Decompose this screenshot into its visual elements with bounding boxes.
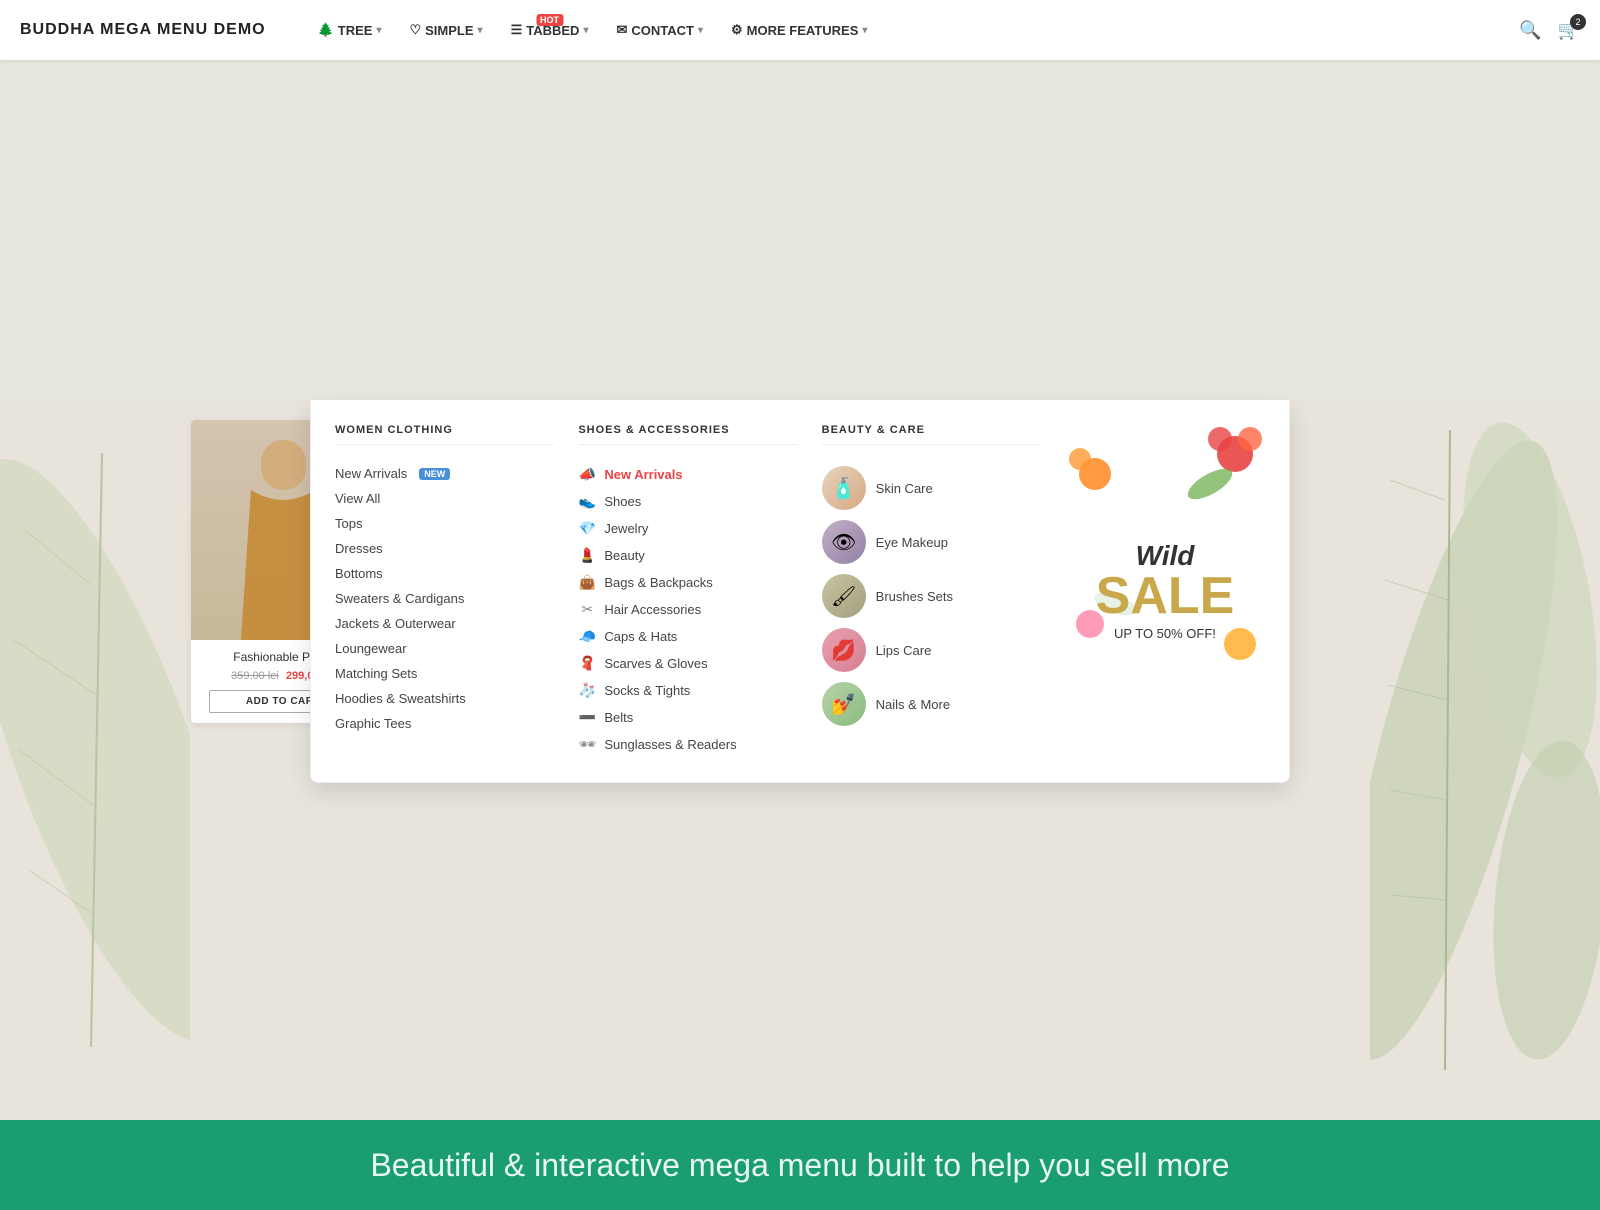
nav-item-contact[interactable]: ✉ CONTACT ▾	[604, 16, 715, 44]
menu-item-new-arrivals-women[interactable]: New Arrivals NEW	[335, 461, 554, 486]
menu-item-new-arrivals-shoes[interactable]: 📣 New Arrivals	[578, 461, 797, 488]
gear-icon: ⚙	[731, 22, 743, 38]
nav-item-tree[interactable]: 🌲 TREE ▾	[306, 16, 394, 44]
lips-thumb: 💋	[822, 628, 866, 672]
menu-item-view-all[interactable]: View All	[335, 486, 554, 511]
menu-item-socks[interactable]: 🧦 Socks & Tights	[578, 677, 797, 704]
chevron-down-icon: ▾	[478, 25, 483, 36]
nav-item-tabbed[interactable]: HOT ☰ TABBED ▾	[499, 16, 601, 44]
list-icon: ☰	[511, 22, 523, 38]
menu-item-bottoms[interactable]: Bottoms	[335, 561, 554, 586]
sale-main-text: SALE	[1096, 570, 1235, 622]
menu-item-jackets[interactable]: Jackets & Outerwear	[335, 611, 554, 636]
nav-item-simple[interactable]: ♡ SIMPLE ▾	[397, 16, 494, 44]
menu-item-sweaters[interactable]: Sweaters & Cardigans	[335, 586, 554, 611]
logo[interactable]: BUDDHA MEGA MENU DEMO	[20, 21, 266, 39]
sale-wild-text: Wild	[1096, 542, 1235, 570]
eye-makeup-thumb: 👁	[822, 520, 866, 564]
menu-item-caps[interactable]: 🧢 Caps & Hats	[578, 623, 797, 650]
hat-icon: 🧢	[578, 628, 596, 645]
main-nav: 🌲 TREE ▾ ♡ SIMPLE ▾ HOT ☰ TABBED ▾ ✉ CON…	[306, 16, 1520, 44]
scarf-icon: 🧣	[578, 655, 596, 672]
menu-item-graphic-tees[interactable]: Graphic Tees	[335, 711, 554, 736]
sale-banner[interactable]: Wild SALE UP TO 50% OFF!	[1065, 424, 1265, 758]
menu-col-women: WOMEN CLOTHING New Arrivals NEW View All…	[335, 424, 554, 758]
main-content: WOMEN CLOTHING New Arrivals NEW View All…	[0, 400, 1600, 1120]
sale-content: Wild SALE UP TO 50% OFF!	[1076, 522, 1255, 661]
beauty-care-header: BEAUTY & CARE	[822, 424, 1041, 445]
old-price-1: 359,00 lei	[231, 670, 279, 682]
menu-item-jewelry[interactable]: 💎 Jewelry	[578, 515, 797, 542]
menu-item-brushes[interactable]: 🖌 Brushes Sets	[822, 569, 1041, 623]
mega-menu: WOMEN CLOTHING New Arrivals NEW View All…	[310, 400, 1290, 783]
sale-subtitle: UP TO 50% OFF!	[1096, 626, 1235, 641]
menu-item-tops[interactable]: Tops	[335, 511, 554, 536]
cart-button[interactable]: 🛒 2	[1558, 20, 1580, 41]
header: BUDDHA MEGA MENU DEMO 🌲 TREE ▾ ♡ SIMPLE …	[0, 0, 1600, 60]
menu-item-dresses[interactable]: Dresses	[335, 536, 554, 561]
hot-badge: HOT	[536, 14, 563, 26]
search-button[interactable]: 🔍	[1519, 20, 1541, 41]
scissors-icon: ✂	[578, 601, 596, 618]
menu-col-shoes: SHOES & ACCESSORIES 📣 New Arrivals 👟 Sho…	[578, 424, 797, 758]
chevron-down-icon: ▾	[698, 25, 703, 36]
bottom-banner-text: Beautiful & interactive mega menu built …	[370, 1147, 1229, 1184]
nails-thumb: 💅	[822, 682, 866, 726]
skin-care-thumb: 🧴	[822, 466, 866, 510]
women-clothing-header: WOMEN CLOTHING	[335, 424, 554, 445]
header-actions: 🔍 🛒 2	[1519, 20, 1580, 41]
menu-item-lips[interactable]: 💋 Lips Care	[822, 623, 1041, 677]
menu-col-beauty: BEAUTY & CARE 🧴 Skin Care 👁 Eye Makeup 🖌…	[822, 424, 1041, 758]
cart-count: 2	[1570, 14, 1586, 30]
new-badge: NEW	[419, 468, 450, 480]
jewelry-icon: 💎	[578, 520, 596, 537]
shoe-icon: 👟	[578, 493, 596, 510]
new-arrivals-label: New Arrivals	[335, 466, 407, 481]
menu-item-belts[interactable]: ➖ Belts	[578, 704, 797, 731]
chevron-down-icon: ▾	[583, 25, 588, 36]
chevron-down-icon: ▾	[376, 25, 381, 36]
socks-icon: 🧦	[578, 682, 596, 699]
menu-item-sunglasses[interactable]: 🕶 Sunglasses & Readers	[578, 731, 797, 758]
beauty-icon: 💄	[578, 547, 596, 564]
menu-item-scarves[interactable]: 🧣 Scarves & Gloves	[578, 650, 797, 677]
brushes-thumb: 🖌	[822, 574, 866, 618]
megaphone-icon: 📣	[578, 466, 596, 483]
menu-item-hair[interactable]: ✂ Hair Accessories	[578, 596, 797, 623]
bag-icon: 👜	[578, 574, 596, 591]
shoes-accessories-header: SHOES & ACCESSORIES	[578, 424, 797, 445]
chevron-down-icon: ▾	[862, 25, 867, 36]
sunglasses-icon: 🕶	[578, 736, 596, 753]
menu-item-beauty[interactable]: 💄 Beauty	[578, 542, 797, 569]
menu-item-shoes[interactable]: 👟 Shoes	[578, 488, 797, 515]
menu-item-loungewear[interactable]: Loungewear	[335, 636, 554, 661]
menu-item-skin-care[interactable]: 🧴 Skin Care	[822, 461, 1041, 515]
tree-icon: 🌲	[318, 22, 334, 38]
bottom-banner: Beautiful & interactive mega menu built …	[0, 1120, 1600, 1210]
menu-item-hoodies[interactable]: Hoodies & Sweatshirts	[335, 686, 554, 711]
menu-item-nails[interactable]: 💅 Nails & More	[822, 677, 1041, 731]
belt-icon: ➖	[578, 709, 596, 726]
heart-icon: ♡	[409, 22, 421, 38]
nav-item-more[interactable]: ⚙ MORE FEATURES ▾	[719, 16, 879, 44]
menu-item-eye-makeup[interactable]: 👁 Eye Makeup	[822, 515, 1041, 569]
menu-item-bags[interactable]: 👜 Bags & Backpacks	[578, 569, 797, 596]
menu-item-matching-sets[interactable]: Matching Sets	[335, 661, 554, 686]
mail-icon: ✉	[616, 22, 627, 38]
